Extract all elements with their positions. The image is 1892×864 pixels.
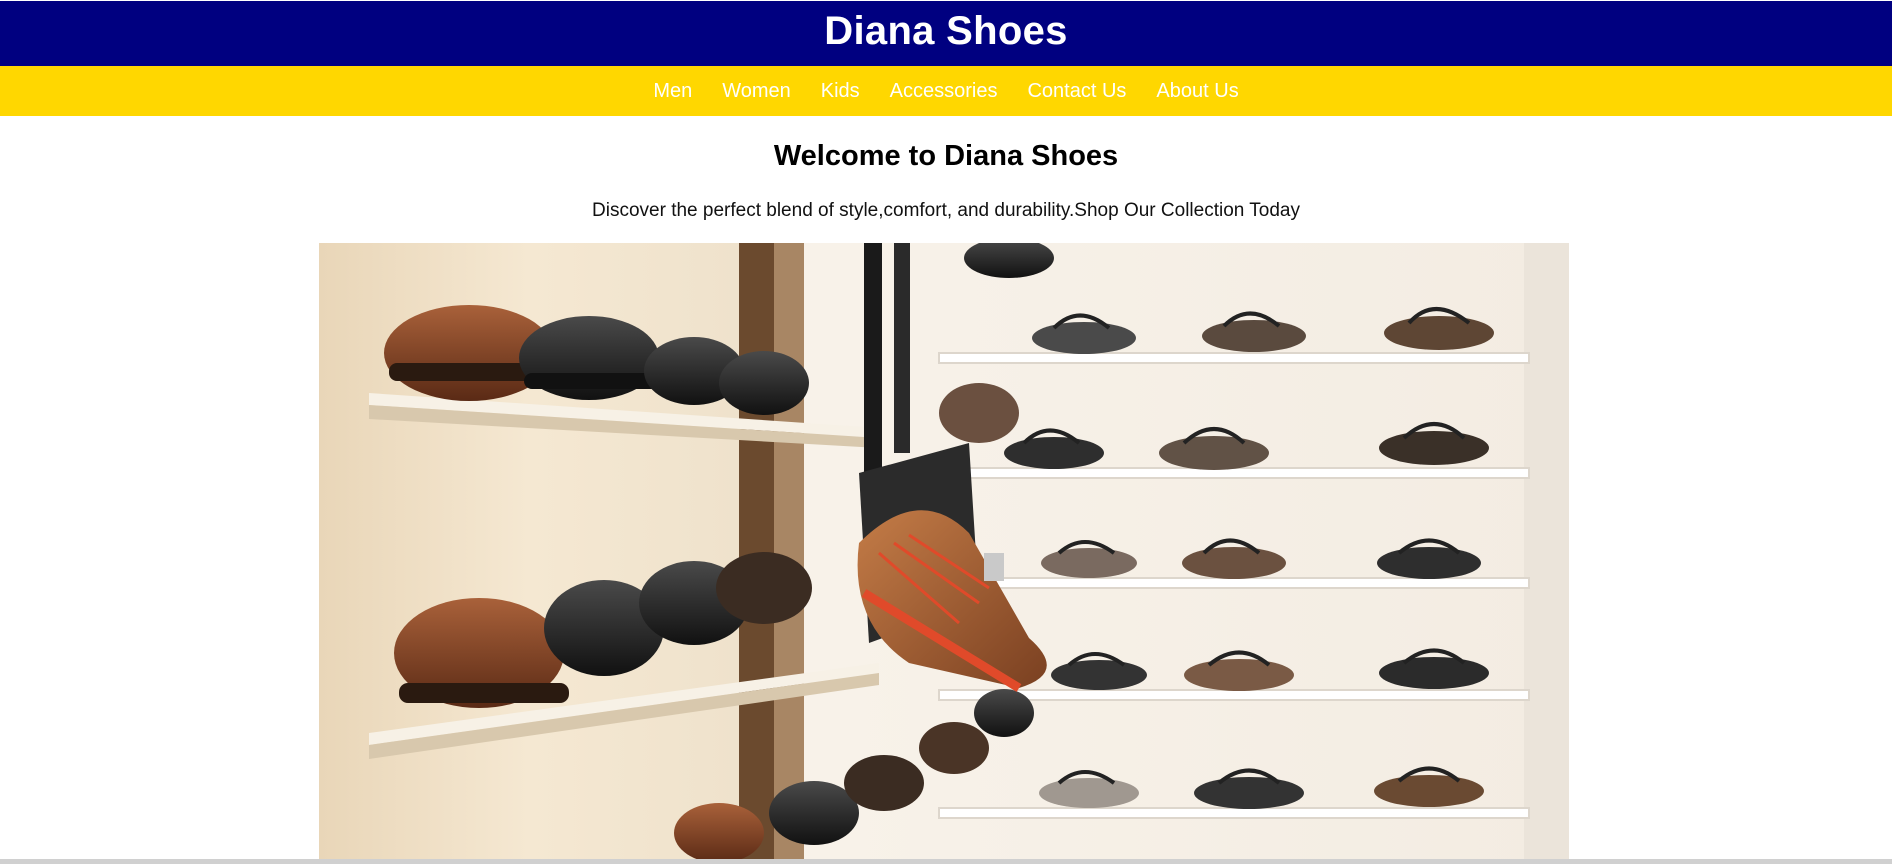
welcome-heading: Welcome to Diana Shoes	[773, 140, 1119, 172]
nav-link-women[interactable]: Women	[722, 80, 791, 103]
nav-link-about-us[interactable]: About Us	[1156, 80, 1238, 103]
horizontal-scrollbar-edge[interactable]	[0, 859, 1892, 864]
shoe-store-illustration	[319, 243, 1569, 864]
nav-link-contact-us[interactable]: Contact Us	[1027, 80, 1126, 103]
site-header: Diana Shoes	[0, 1, 1892, 66]
hero-image	[319, 243, 1569, 864]
tagline: Discover the perfect blend of style,comf…	[592, 200, 1300, 221]
nav-link-kids[interactable]: Kids	[821, 80, 860, 103]
nav-link-accessories[interactable]: Accessories	[890, 80, 998, 103]
nav-link-men[interactable]: Men	[653, 80, 692, 103]
site-title: Diana Shoes	[824, 9, 1068, 53]
nav-bar: Men Women Kids Accessories Contact Us Ab…	[0, 66, 1892, 116]
